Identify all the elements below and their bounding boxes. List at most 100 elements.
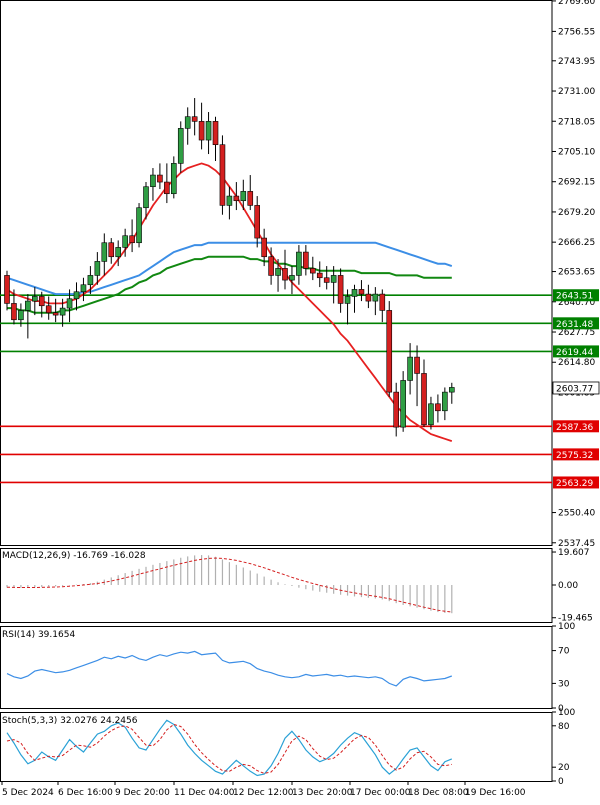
y-tick-label: 2731.00 — [558, 87, 595, 97]
x-tick-label: 11 Dec 04:00 — [174, 788, 235, 798]
candle-body — [80, 284, 87, 293]
candle-body — [268, 256, 274, 276]
candle-body — [164, 181, 170, 195]
candle-body — [351, 289, 358, 297]
candle-body — [386, 310, 393, 393]
candle-body — [108, 242, 115, 258]
trading-chart: 2769.60 2756.55 2743.95 2731.00 2718.05 2705.… — [0, 0, 600, 798]
candle-body — [428, 403, 434, 426]
candle-body — [400, 380, 406, 428]
candle-body — [94, 261, 101, 276]
y-tick-label: 2550.40 — [558, 509, 595, 519]
x-tick-label: 5 Dec 2024 — [2, 788, 54, 798]
x-tick-label: 12 Dec 12:00 — [233, 788, 294, 798]
y-tick-label: 2653.65 — [558, 268, 595, 278]
candle-body — [254, 205, 260, 239]
candle-body — [275, 268, 281, 276]
candle-body — [309, 268, 316, 274]
candle-body — [18, 310, 24, 321]
macd-title: MACD(12,26,9) -16.769 -16.028 — [2, 551, 146, 561]
candle-body — [171, 163, 177, 195]
price-level-label: 2575.32 — [556, 451, 593, 461]
candle-body — [4, 275, 10, 304]
candle-body — [115, 247, 121, 258]
candle-body — [261, 237, 267, 258]
candle-body — [101, 242, 108, 262]
candle-body — [219, 144, 226, 206]
x-tick-label: 9 Dec 20:00 — [115, 788, 170, 798]
rsi-tick-label: 100 — [558, 622, 575, 632]
x-tick-label: 13 Dec 20:00 — [292, 788, 353, 798]
candle-body — [372, 293, 379, 302]
candle-body — [358, 289, 365, 295]
y-tick-label: 2769.60 — [558, 0, 595, 7]
candle-body — [365, 293, 372, 302]
stoch-d-line — [6, 723, 452, 774]
candle-body — [73, 291, 80, 300]
price-level-label: 2563.29 — [556, 479, 593, 489]
candle-body — [31, 296, 38, 302]
candle-body — [45, 305, 52, 314]
candle-body — [59, 307, 66, 316]
x-tick-label: 17 Dec 00:00 — [350, 788, 411, 798]
candle-body — [136, 207, 142, 244]
candle-body — [191, 116, 198, 122]
candle-body — [129, 235, 135, 244]
candle-body — [38, 296, 45, 307]
y-tick-label: 2756.55 — [558, 27, 595, 37]
candle-body — [66, 298, 73, 309]
candle-body — [87, 275, 94, 286]
x-tick-label: 6 Dec 16:00 — [58, 788, 113, 798]
y-tick-label: 2692.15 — [558, 178, 595, 188]
candle-body — [233, 195, 240, 202]
candle-body — [344, 296, 351, 304]
candle-body — [52, 312, 59, 316]
candle-body — [212, 121, 219, 146]
price-level-label: 2643.51 — [556, 292, 593, 302]
y-tick-label: 2705.10 — [558, 147, 595, 157]
candle-body — [393, 391, 400, 428]
candle-body — [407, 356, 413, 381]
candle-body — [205, 121, 212, 141]
candle-body — [25, 300, 31, 311]
y-tick-label: 2666.25 — [558, 238, 595, 248]
stoch-k-line — [6, 719, 453, 777]
candle-body — [435, 403, 441, 412]
macd-tick-label: 0.00 — [558, 581, 578, 591]
candle-body — [303, 251, 309, 269]
candle-body — [442, 391, 448, 412]
x-tick-label: 18 Dec 08:00 — [408, 788, 469, 798]
panel-border — [0, 626, 553, 709]
stoch-tick-label: 100 — [558, 708, 575, 718]
rsi-line — [6, 650, 453, 687]
candle-body — [198, 121, 205, 141]
candle-body — [323, 277, 330, 283]
y-tick-label: 2679.20 — [558, 208, 595, 218]
ma-blue-line — [6, 241, 453, 296]
candle-body — [337, 275, 344, 304]
candle-body — [143, 186, 149, 209]
price-level-label: 2619.44 — [556, 348, 593, 358]
x-tick-label: 19 Dec 16:00 — [465, 788, 526, 798]
current-price-label: 2603.77 — [556, 384, 593, 394]
candle-body — [11, 303, 17, 321]
candle-body — [414, 356, 420, 374]
candle-body — [282, 268, 288, 281]
candle-body — [226, 195, 233, 206]
y-tick-label: 2718.05 — [558, 117, 595, 127]
rsi-title: RSI(14) 39.1654 — [2, 630, 75, 640]
candle-body — [296, 251, 302, 276]
candle-body — [240, 191, 247, 202]
candle-body — [379, 293, 386, 311]
stoch-tick-label: 0 — [558, 777, 564, 787]
candle-body — [247, 191, 254, 206]
candle-body — [448, 387, 455, 393]
candle-body — [289, 275, 295, 281]
stoch-tick-label: 20 — [558, 763, 570, 773]
price-level-label: 2587.36 — [556, 423, 593, 433]
y-tick-label: 2614.80 — [558, 358, 595, 368]
chart-root: 2769.60 2756.55 2743.95 2731.00 2718.05 2705.… — [0, 0, 600, 801]
candle-body — [316, 272, 323, 279]
candle-body — [122, 235, 128, 248]
y-tick-label: 2743.95 — [558, 57, 595, 67]
